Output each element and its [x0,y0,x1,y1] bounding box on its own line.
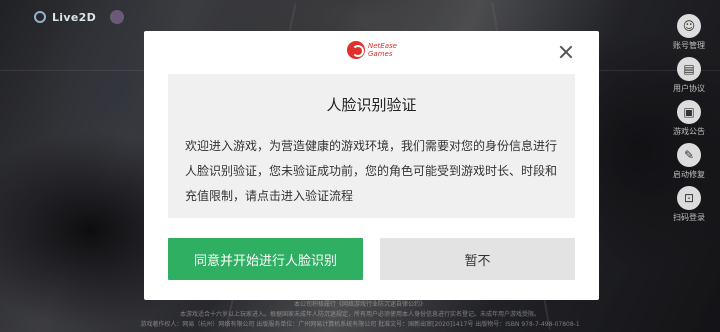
legal-line-2: 本游戏适合十六岁以上玩家进入。根据国家未成年人防沉迷规定，所有用户必须使用本人身… [179,311,540,318]
side-item-label: 用户协议 [673,84,705,93]
side-item-account[interactable]: ☺ 账号管理 [673,14,705,51]
side-menu: ☺ 账号管理 ▤ 用户协议 ▣ 游戏公告 ✎ 启动修复 ⊡ 扫码登录 [672,14,706,223]
side-item-agreement[interactable]: ▤ 用户协议 [673,57,705,94]
netease-games-logo: NetEase Games [347,41,397,59]
side-item-scan[interactable]: ⊡ 扫码登录 [673,186,705,223]
repair-icon: ✎ [677,143,701,167]
side-item-label: 账号管理 [673,41,705,50]
not-now-button[interactable]: 暂不 [380,238,575,280]
brand-line-1: NetEase [368,42,397,50]
netease-logo-icon [347,41,365,59]
agreement-icon: ▤ [677,57,701,81]
close-icon[interactable] [557,43,575,61]
side-item-label: 扫码登录 [673,213,705,222]
live2d-icon [34,11,46,23]
legal-line-3: 游戏著作权人：网易（杭州）网络有限公司 出版服务单位：广州网易计算机系统有限公司… [140,321,580,328]
brand-line-2: Games [368,50,393,58]
legal-notice: 本公司积极履行《网络游戏行业防沉迷自律公约》 本游戏适合十六岁以上玩家进入。根据… [0,300,720,330]
agree-face-verification-button[interactable]: 同意并开始进行人脸识别 [168,238,363,280]
user-center-icon: ☺ [677,14,701,38]
face-verification-dialog: NetEase Games 人脸识别验证 欢迎进入游戏，为营造健康的游戏环境，我… [144,31,599,300]
side-item-repair[interactable]: ✎ 启动修复 [673,143,705,180]
side-item-label: 游戏公告 [673,127,705,136]
side-item-notice[interactable]: ▣ 游戏公告 [673,100,705,137]
scan-icon: ⊡ [677,186,701,210]
notice-icon: ▣ [677,100,701,124]
legal-line-1: 本公司积极履行《网络游戏行业防沉迷自律公约》 [293,301,426,308]
dialog-body: 欢迎进入游戏，为营造健康的游戏环境，我们需要对您的身份信息进行人脸识别验证，您未… [185,139,558,203]
dialog-title: 人脸识别验证 [326,96,417,114]
age-rating-icon [110,10,124,24]
live2d-logo: Live2D [34,10,124,24]
side-item-label: 启动修复 [673,170,705,179]
dialog-content: 人脸识别验证 欢迎进入游戏，为营造健康的游戏环境，我们需要对您的身份信息进行人脸… [168,74,575,218]
live2d-text: Live2D [52,10,96,24]
